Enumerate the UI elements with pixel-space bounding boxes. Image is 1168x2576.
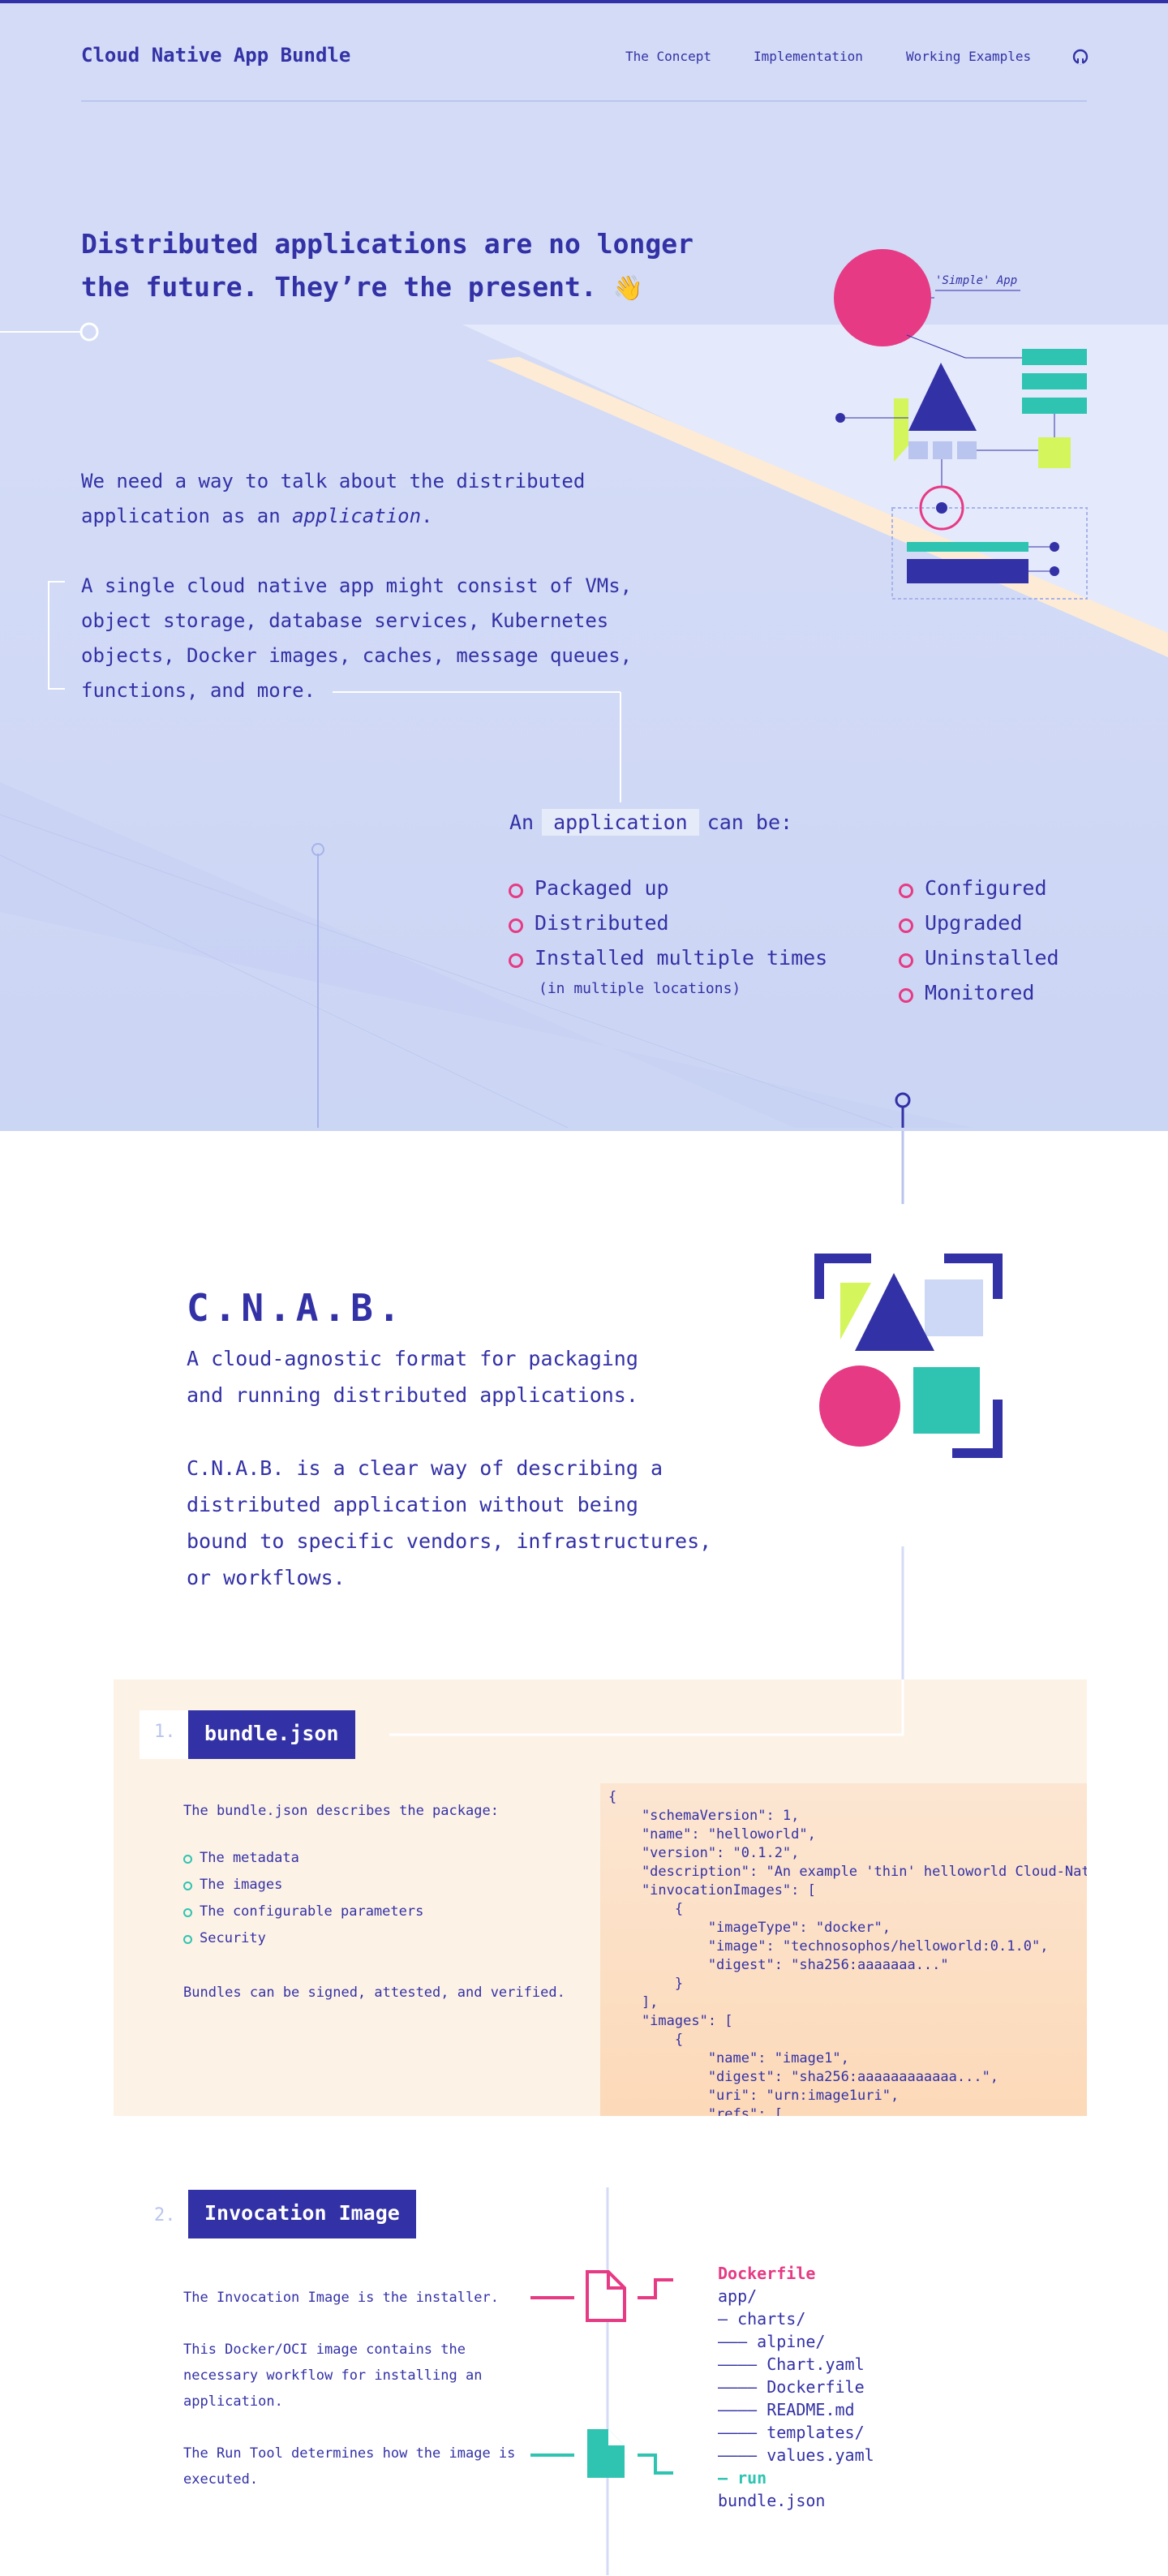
invocation-p3-line: executed. (183, 2471, 259, 2488)
canbe-prefix: An (509, 811, 535, 834)
hero-para2-line: objects, Docker images, caches, message … (81, 644, 633, 667)
invocation-p3-line: The Run Tool determines how the image is (183, 2445, 516, 2462)
hero-para2-line: A single cloud native app might consist … (81, 574, 633, 597)
step-number: 1. (154, 1722, 176, 1742)
hero-para2-line: object storage, database services, Kuber… (81, 609, 609, 632)
application-chip: application (542, 809, 699, 836)
simple-app-label: 'Simple' App (935, 274, 1017, 287)
cnab-logo-illustration (814, 1254, 1003, 1458)
list-item: Security (183, 1930, 266, 1946)
tree-item: ––– alpine/ (718, 2332, 826, 2351)
tree-item: –––– Dockerfile (718, 2377, 865, 2397)
hero-para2-line: functions, and more. (81, 679, 316, 702)
list-item: The configurable parameters (182, 1903, 424, 1920)
list-item: The images (182, 1877, 283, 1893)
hero-paragraph-1: We need a way to talk about the distribu… (81, 464, 665, 534)
bundle-json-code: { "schemaVersion": 1, "name": "helloworl… (608, 1789, 1087, 2116)
invocation-image-title: Invocation Image (188, 2190, 416, 2238)
hero-paragraph-2: A single cloud native app might consist … (81, 569, 665, 708)
tree-item-dockerfile: Dockerfile (718, 2264, 816, 2283)
nav-link-working-examples[interactable]: Working Examples (906, 49, 1031, 64)
tree-item: –––– templates/ (718, 2423, 865, 2442)
file-filled-icon (587, 2429, 625, 2478)
tree-item: –––– values.yaml (718, 2445, 874, 2465)
invocation-p2-line: This Docker/OCI image contains the (183, 2342, 466, 2358)
list-item: Upgraded (898, 911, 1023, 935)
tree-item: app/ (718, 2286, 758, 2306)
hero-headline-line1: Distributed applications are no longer (81, 228, 694, 260)
cnab-desc-line: bound to specific vendors, infrastructur… (187, 1529, 712, 1553)
pink-circle-shape (834, 249, 931, 346)
hero-para1-emphasis: application (292, 505, 422, 527)
bundle-json-section: 1. bundle.json The bundle.json describes… (114, 1679, 1087, 2116)
list-item-subnote: (in multiple locations) (539, 980, 741, 997)
invocation-p2: This Docker/OCI image contains the neces… (183, 2337, 482, 2415)
file-outline-icon (586, 2270, 626, 2322)
bundle-footer: Bundles can be signed, attested, and ver… (183, 1985, 565, 2001)
cnab-description: C.N.A.B. is a clear way of describing a … (187, 1450, 722, 1596)
hero-section: Cloud Native App Bundle The Concept Impl… (0, 3, 1168, 1131)
list-item: Distributed (509, 911, 669, 935)
tree-item: –––– Chart.yaml (718, 2355, 865, 2374)
tree-item: bundle.json (718, 2491, 826, 2510)
bundle-json-code-panel[interactable]: { "schemaVersion": 1, "name": "helloworl… (600, 1783, 1087, 2116)
list-item: Uninstalled (899, 946, 1059, 970)
cnab-tagline-line: A cloud-agnostic format for packaging (187, 1347, 638, 1370)
canbe-suffix: can be: (706, 811, 793, 834)
invocation-p3: The Run Tool determines how the image is… (183, 2441, 515, 2492)
cnab-desc-line: C.N.A.B. is a clear way of describing a (187, 1456, 663, 1480)
bundle-json-title: bundle.json (188, 1710, 355, 1759)
invocation-p2-line: necessary workflow for installing an (183, 2367, 483, 2384)
cnab-desc-line: or workflows. (187, 1566, 346, 1589)
github-icon[interactable] (1072, 49, 1089, 65)
nav-link-the-concept[interactable]: The Concept (625, 49, 711, 64)
cnab-desc-line: distributed application without being (187, 1493, 638, 1516)
cnab-tagline-line: and running distributed applications. (187, 1383, 638, 1407)
hero-para1-line1: We need a way to talk about the distribu… (81, 470, 586, 492)
cnab-tagline: A cloud-agnostic format for packaging an… (187, 1340, 722, 1413)
invocation-file-diagram (530, 2270, 673, 2478)
list-item: Packaged up (509, 876, 669, 900)
hero-para1-period: . (421, 505, 433, 527)
nav-link-implementation[interactable]: Implementation (754, 49, 863, 64)
step-number: 2. (154, 2205, 176, 2226)
list-item: Configured (899, 876, 1047, 900)
hero-headline-line2: the future. They’re the present. (81, 271, 597, 303)
simple-app-diagram: 'Simple' App (834, 249, 1088, 600)
hero-para1-line2: application as an (81, 505, 293, 527)
invocation-p1: The Invocation Image is the installer. (183, 2290, 499, 2306)
tree-item: –––– README.md (718, 2400, 855, 2419)
invocation-file-tree: Dockerfile app/ – charts/ ––– alpine/ ––… (718, 2262, 874, 2512)
tree-item-run: – run (718, 2468, 767, 2488)
invocation-p2-line: application. (183, 2393, 283, 2410)
tree-item: – charts/ (718, 2309, 806, 2329)
bundle-intro: The bundle.json describes the package: (183, 1803, 499, 1819)
brand-logo-text[interactable]: Cloud Native App Bundle (81, 44, 350, 67)
hero-headline: Distributed applications are no longer t… (81, 222, 730, 310)
cnab-title: C.N.A.B. (187, 1286, 406, 1330)
list-item: The metadata (183, 1850, 299, 1866)
application-can-be-heading: An application can be: (509, 809, 792, 836)
list-item: Installed multiple times (508, 946, 828, 970)
wave-emoji-icon: 👋 (612, 274, 643, 303)
list-item: Monitored (898, 981, 1035, 1004)
